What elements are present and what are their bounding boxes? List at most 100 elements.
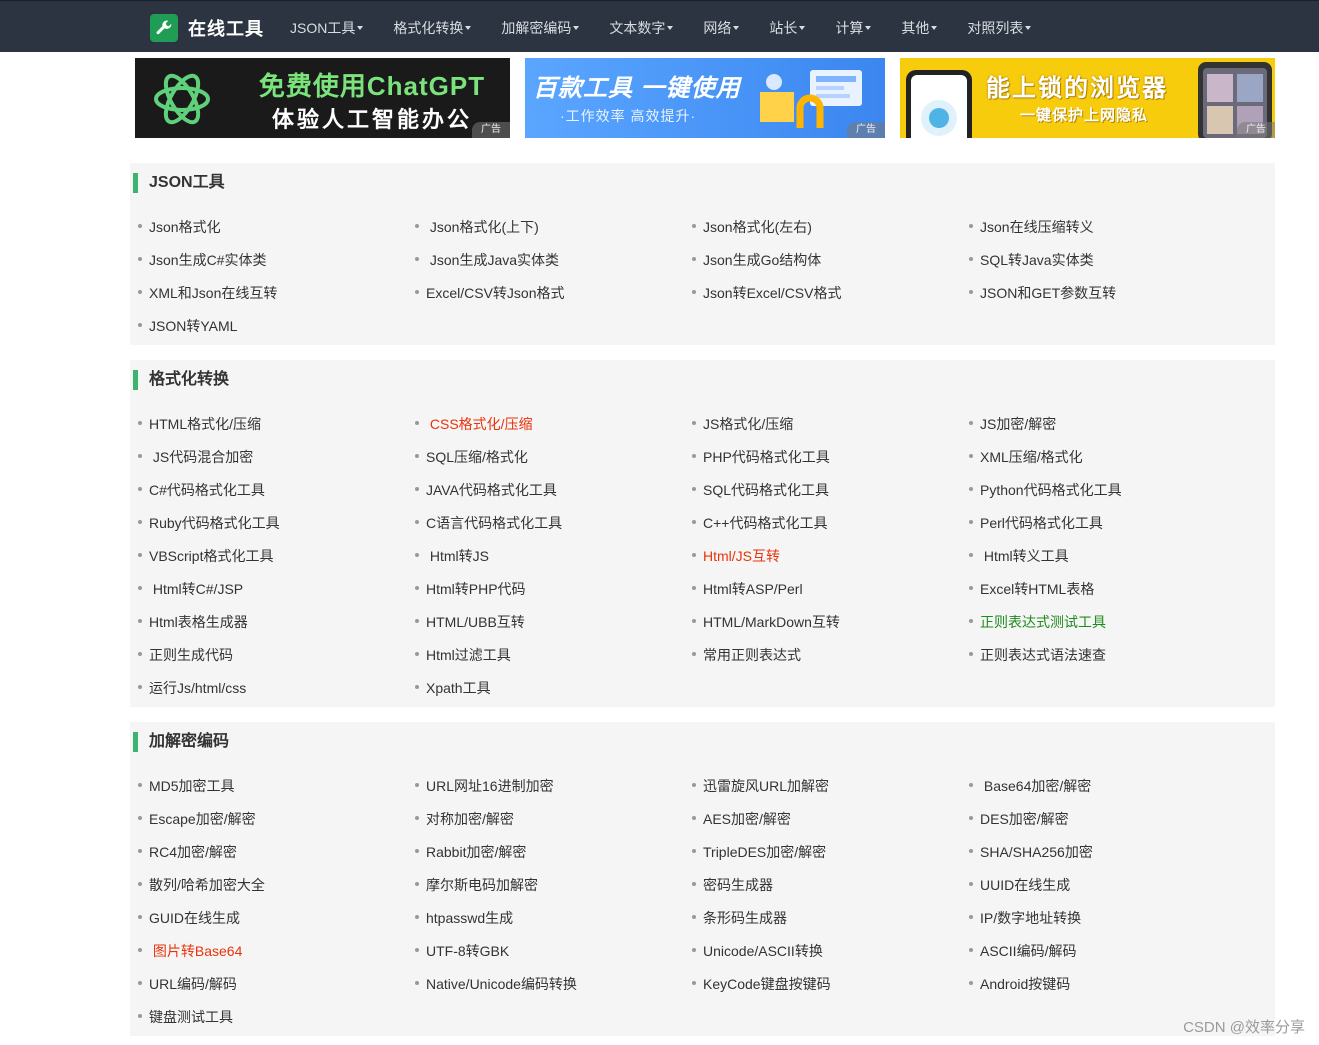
tool-link[interactable]: JSON转YAML [138, 316, 237, 336]
tool-link[interactable]: URL编码/解码 [138, 974, 237, 994]
tool-link[interactable]: JS代码混合加密 [138, 447, 253, 467]
tool-link[interactable]: SQL压缩/格式化 [415, 447, 528, 467]
tool-link[interactable]: Unicode/ASCII转换 [692, 941, 823, 961]
tool-link[interactable]: GUID在线生成 [138, 908, 240, 928]
tool-link-label: AES加密/解密 [703, 811, 791, 827]
bullet-dot-icon [692, 290, 696, 295]
tool-link-label: Escape加密/解密 [149, 811, 256, 827]
tool-link-label: JS格式化/压缩 [703, 416, 794, 432]
tool-link[interactable]: JS加密/解密 [969, 414, 1056, 434]
tool-link[interactable]: Html/JS互转 [692, 546, 780, 566]
tool-link[interactable]: Native/Unicode编码转换 [415, 974, 577, 994]
nav-network[interactable]: 网络 [703, 1, 740, 53]
tool-link[interactable]: Android按键码 [969, 974, 1070, 994]
ad-banner-browser[interactable]: 能上锁的浏览器 一键保护上网隐私 广告 [900, 58, 1275, 138]
tool-link[interactable]: XML压缩/格式化 [969, 447, 1083, 467]
tool-link[interactable]: Python代码格式化工具 [969, 480, 1122, 500]
tool-link[interactable]: JSON和GET参数互转 [969, 283, 1116, 303]
tool-link[interactable]: Html转PHP代码 [415, 579, 526, 599]
bullet-dot-icon [969, 257, 973, 262]
tool-link[interactable]: ASCII编码/解码 [969, 941, 1076, 961]
tool-link[interactable]: PHP代码格式化工具 [692, 447, 830, 467]
tool-link[interactable]: C#代码格式化工具 [138, 480, 265, 500]
tool-link[interactable]: Html过滤工具 [415, 645, 511, 665]
tool-link[interactable]: Json在线压缩转义 [969, 217, 1094, 237]
tool-link[interactable]: Excel/CSV转Json格式 [415, 283, 564, 303]
tool-link[interactable]: Json格式化 [138, 217, 221, 237]
tool-link[interactable]: Base64加密/解密 [969, 776, 1091, 796]
tool-link[interactable]: JAVA代码格式化工具 [415, 480, 557, 500]
tool-link[interactable]: XML和Json在线互转 [138, 283, 277, 303]
brand-logo-link[interactable]: 在线工具 [150, 14, 264, 42]
tool-link[interactable]: HTML/UBB互转 [415, 612, 525, 632]
tool-link[interactable]: 常用正则表达式 [692, 645, 801, 665]
tool-link[interactable]: htpasswd生成 [415, 908, 513, 928]
tool-link[interactable]: Json格式化(上下) [415, 217, 539, 237]
nav-text-number[interactable]: 文本数字 [609, 1, 674, 53]
tool-link[interactable]: 图片转Base64 [138, 941, 242, 961]
tool-link[interactable]: HTML/MarkDown互转 [692, 612, 840, 632]
tool-link[interactable]: VBScript格式化工具 [138, 546, 273, 566]
tool-link[interactable]: Escape加密/解密 [138, 809, 256, 829]
tool-link[interactable]: HTML格式化/压缩 [138, 414, 261, 434]
tool-link[interactable]: 条形码生成器 [692, 908, 787, 928]
tool-link[interactable]: 键盘测试工具 [138, 1007, 233, 1027]
tool-link[interactable]: KeyCode键盘按键码 [692, 974, 831, 994]
tool-link[interactable]: SQL转Java实体类 [969, 250, 1094, 270]
tool-link[interactable]: 正则生成代码 [138, 645, 233, 665]
tool-link[interactable]: 对称加密/解密 [415, 809, 514, 829]
tool-link[interactable]: Html表格生成器 [138, 612, 248, 632]
tool-link[interactable]: Perl代码格式化工具 [969, 513, 1103, 533]
bullet-dot-icon [415, 520, 419, 525]
tool-link[interactable]: MD5加密工具 [138, 776, 235, 796]
nav-reference-list[interactable]: 对照列表 [967, 1, 1032, 53]
top-navbar: 在线工具 JSON工具 格式化转换 加解密编码 文本数字 网络 站长 计算 其他… [0, 0, 1319, 52]
tool-link[interactable]: Json生成Java实体类 [415, 250, 559, 270]
tool-link[interactable]: Html转JS [415, 546, 489, 566]
tool-link[interactable]: DES加密/解密 [969, 809, 1069, 829]
tool-link[interactable]: Rabbit加密/解密 [415, 842, 526, 862]
tool-link[interactable]: Html转ASP/Perl [692, 579, 803, 599]
tool-link[interactable]: TripleDES加密/解密 [692, 842, 826, 862]
nav-other[interactable]: 其他 [901, 1, 938, 53]
nav-webmaster[interactable]: 站长 [769, 1, 806, 53]
tool-link[interactable]: UUID在线生成 [969, 875, 1070, 895]
tool-link[interactable]: JS格式化/压缩 [692, 414, 793, 434]
tool-link[interactable]: 摩尔斯电码加解密 [415, 875, 538, 895]
tool-link[interactable]: Xpath工具 [415, 678, 491, 698]
tool-link[interactable]: Json格式化(左右) [692, 217, 812, 237]
tool-link[interactable]: Excel转HTML表格 [969, 579, 1094, 599]
tool-link[interactable]: 迅雷旋风URL加解密 [692, 776, 829, 796]
tool-link[interactable]: URL网址16进制加密 [415, 776, 554, 796]
tool-link[interactable]: RC4加密/解密 [138, 842, 237, 862]
tool-link[interactable]: 运行Js/html/css [138, 678, 246, 698]
tool-link[interactable]: CSS格式化/压缩 [415, 414, 533, 434]
ad-banner-chatgpt[interactable]: 免费使用ChatGPT 体验人工智能办公 广告 [135, 58, 510, 138]
tool-link[interactable]: IP/数字地址转换 [969, 908, 1081, 928]
nav-calculate[interactable]: 计算 [835, 1, 872, 53]
ad-banner-tools[interactable]: 百款工具 一键使用 ·工作效率 高效提升· 广告 [525, 58, 885, 138]
nav-encrypt-encode[interactable]: 加解密编码 [501, 1, 580, 53]
tool-link-label: 运行Js/html/css [149, 680, 247, 696]
nav-json-tools[interactable]: JSON工具 [290, 1, 364, 53]
tool-link[interactable]: SHA/SHA256加密 [969, 842, 1093, 862]
tool-link[interactable]: C++代码格式化工具 [692, 513, 827, 533]
tool-link[interactable]: 密码生成器 [692, 875, 773, 895]
tool-link[interactable]: Json转Excel/CSV格式 [692, 283, 841, 303]
tool-link[interactable]: Json生成C#实体类 [138, 250, 266, 270]
tool-link[interactable]: 正则表达式测试工具 [969, 612, 1106, 632]
bullet-dot-icon [415, 619, 419, 624]
tool-link[interactable]: UTF-8转GBK [415, 941, 509, 961]
tool-link[interactable]: Html转C#/JSP [138, 579, 243, 599]
tool-link[interactable]: Ruby代码格式化工具 [138, 513, 280, 533]
ad-tag: 广告 [472, 122, 510, 138]
tool-link[interactable]: SQL代码格式化工具 [692, 480, 829, 500]
tool-link[interactable]: 正则表达式语法速查 [969, 645, 1106, 665]
tool-link[interactable]: 散列/哈希加密大全 [138, 875, 265, 895]
tool-link[interactable]: Html转义工具 [969, 546, 1069, 566]
tool-link[interactable]: AES加密/解密 [692, 809, 791, 829]
tool-link[interactable]: C语言代码格式化工具 [415, 513, 562, 533]
bullet-dot-icon [138, 816, 142, 821]
nav-format-convert[interactable]: 格式化转换 [393, 1, 472, 53]
tool-link[interactable]: Json生成Go结构体 [692, 250, 821, 270]
